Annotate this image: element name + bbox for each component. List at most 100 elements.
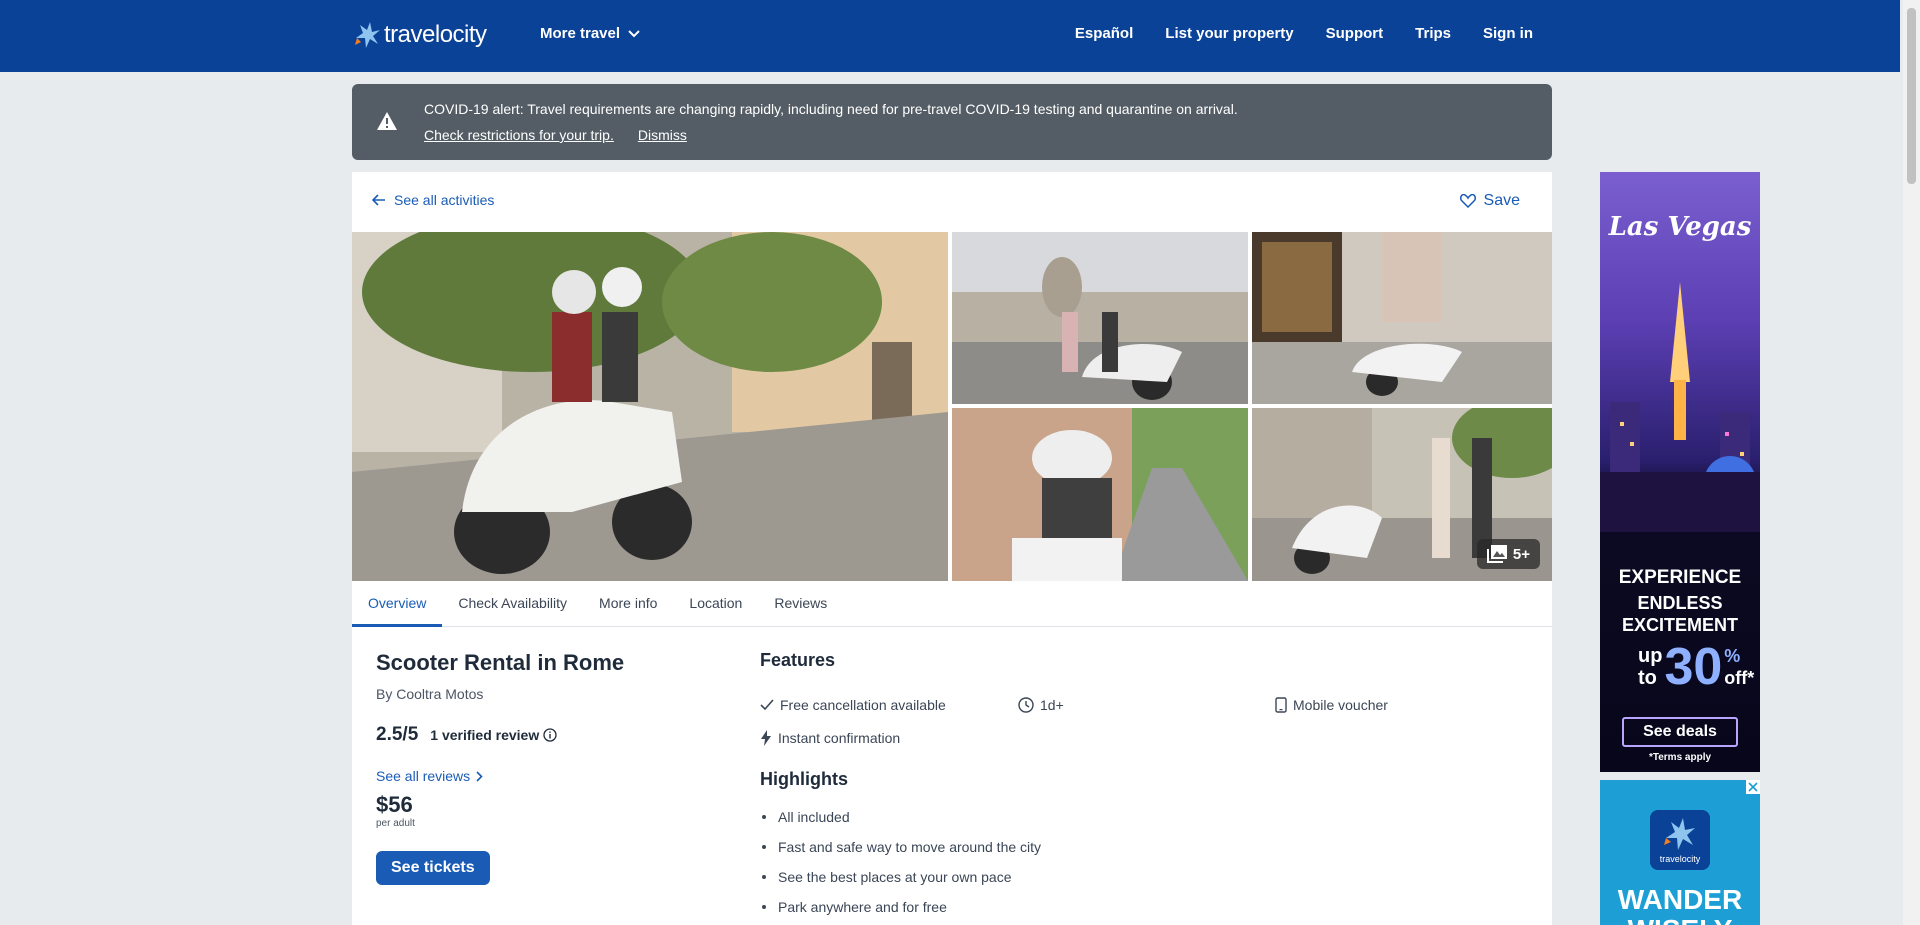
feature-mobile-voucher: Mobile voucher bbox=[1275, 697, 1388, 713]
info-icon[interactable] bbox=[543, 728, 557, 742]
woman-scooter-photo bbox=[952, 408, 1248, 581]
las-vegas-ad[interactable]: Las Vegas EXPERIENCE ENDLESS EXCITEMENT … bbox=[1600, 172, 1760, 772]
arrow-left-icon bbox=[372, 194, 385, 206]
tab-check-availability[interactable]: Check Availability bbox=[442, 581, 583, 627]
photo-2[interactable] bbox=[952, 232, 1248, 404]
activity-card: See all activities Save 5+ Overview Chec… bbox=[352, 172, 1552, 925]
highlights-section: Highlights All included Fast and safe wa… bbox=[760, 769, 1540, 922]
rating-score: 2.5/5 bbox=[376, 724, 419, 745]
tab-reviews[interactable]: Reviews bbox=[758, 581, 843, 627]
see-all-reviews-link[interactable]: See all reviews bbox=[376, 768, 716, 784]
ad-to: to bbox=[1638, 667, 1657, 689]
list-item: Fast and safe way to move around the cit… bbox=[760, 832, 1540, 862]
checkmark-icon bbox=[760, 699, 774, 711]
feature-label: Free cancellation available bbox=[780, 697, 946, 713]
main-photo[interactable] bbox=[352, 232, 948, 581]
close-icon bbox=[1748, 782, 1758, 792]
rating-row: 2.5/5 1 verified review bbox=[376, 724, 716, 746]
nav-trips[interactable]: Trips bbox=[1415, 25, 1451, 42]
nav-support[interactable]: Support bbox=[1326, 25, 1384, 42]
see-deals-button[interactable]: See deals bbox=[1622, 717, 1738, 747]
photo-3[interactable] bbox=[1252, 232, 1552, 404]
ad-percent: 30 bbox=[1664, 638, 1723, 696]
ad-line-2: ENDLESS EXCITEMENT bbox=[1621, 593, 1738, 635]
highlight-text: See the best places at your own pace bbox=[778, 869, 1012, 885]
more-photos-badge[interactable]: 5+ bbox=[1476, 539, 1540, 569]
ad-off: off* bbox=[1724, 668, 1755, 688]
feature-instant-confirmation: Instant confirmation bbox=[760, 730, 900, 746]
ad-logo-text: travelocity bbox=[1659, 854, 1701, 864]
feature-free-cancellation: Free cancellation available bbox=[760, 697, 946, 713]
warning-icon bbox=[377, 112, 397, 130]
scooter-couple-photo bbox=[352, 232, 948, 581]
activity-summary: Scooter Rental in Rome By Cooltra Motos … bbox=[376, 650, 716, 885]
covid-alert-banner: COVID-19 alert: Travel requirements are … bbox=[352, 84, 1552, 160]
nav-sign-in[interactable]: Sign in bbox=[1483, 25, 1533, 42]
clock-icon bbox=[1018, 697, 1034, 713]
highlight-text: All included bbox=[778, 809, 850, 825]
more-photos-count: 5+ bbox=[1512, 545, 1530, 563]
ad-line-1: EXPERIENCE bbox=[1618, 567, 1742, 588]
travelocity-logo[interactable]: travelocity bbox=[352, 18, 487, 52]
see-all-reviews-label: See all reviews bbox=[376, 768, 471, 784]
ad-close[interactable] bbox=[1746, 780, 1760, 794]
see-all-activities-link[interactable]: See all activities bbox=[372, 192, 494, 208]
nav-espanol[interactable]: Español bbox=[1075, 25, 1133, 42]
activity-tabs: Overview Check Availability More info Lo… bbox=[352, 581, 1552, 627]
logo-text: travelocity bbox=[384, 21, 487, 48]
ad-discount: up to 30 % off* bbox=[1638, 637, 1754, 697]
top-nav-bar: travelocity More travel Español List you… bbox=[0, 0, 1900, 72]
ad-terms: *Terms apply bbox=[1648, 752, 1712, 763]
more-travel-menu[interactable]: More travel bbox=[540, 25, 640, 42]
tab-location[interactable]: Location bbox=[673, 581, 758, 627]
travelocity-ad[interactable]: travelocity WANDER WISELY bbox=[1600, 780, 1760, 925]
bullet-icon bbox=[762, 815, 766, 819]
mobile-phone-icon bbox=[1275, 697, 1287, 713]
list-item: All included bbox=[760, 802, 1540, 832]
back-link-label: See all activities bbox=[394, 192, 495, 208]
more-travel-label: More travel bbox=[540, 25, 621, 42]
photo-4[interactable] bbox=[952, 408, 1248, 581]
bullet-icon bbox=[762, 875, 766, 879]
heart-icon bbox=[1459, 194, 1476, 208]
features-heading: Features bbox=[760, 650, 836, 670]
feature-label: Mobile voucher bbox=[1293, 697, 1388, 713]
feature-duration: 1d+ bbox=[1018, 697, 1064, 713]
save-label: Save bbox=[1483, 192, 1520, 209]
bullet-icon bbox=[762, 845, 766, 849]
ad-up: up bbox=[1638, 645, 1663, 667]
ad-logo-tile: travelocity bbox=[1650, 810, 1710, 870]
page-title: Scooter Rental in Rome bbox=[376, 650, 625, 675]
verified-reviews-label: 1 verified review bbox=[430, 727, 540, 743]
highlight-text: Park anywhere and for free bbox=[778, 899, 947, 915]
photo-gallery-icon bbox=[1486, 545, 1507, 563]
ad-tagline: WANDER WISELY bbox=[1617, 884, 1743, 925]
provider-name: By Cooltra Motos bbox=[376, 686, 484, 702]
feature-label: Instant confirmation bbox=[778, 730, 901, 746]
chevron-down-icon bbox=[628, 29, 640, 37]
lightning-icon bbox=[761, 730, 771, 746]
alert-message: COVID-19 alert: Travel requirements are … bbox=[424, 101, 1238, 117]
highlight-text: Fast and safe way to move around the cit… bbox=[778, 839, 1042, 855]
scrollbar-thumb[interactable] bbox=[1907, 8, 1916, 184]
price-unit: per adult bbox=[376, 818, 415, 829]
ad-percent-sign: % bbox=[1724, 646, 1741, 666]
bullet-icon bbox=[762, 905, 766, 909]
photo-5[interactable]: 5+ bbox=[1252, 408, 1552, 581]
tab-more-info[interactable]: More info bbox=[583, 581, 673, 627]
check-restrictions-link[interactable]: Check restrictions for your trip. bbox=[424, 127, 614, 143]
header-nav: Español List your property Support Trips… bbox=[1075, 25, 1533, 42]
photo-gallery[interactable]: 5+ bbox=[352, 232, 1552, 581]
st-peters-photo bbox=[952, 232, 1248, 404]
see-tickets-button[interactable]: See tickets bbox=[376, 851, 490, 885]
highlights-heading: Highlights bbox=[760, 769, 848, 789]
dismiss-link[interactable]: Dismiss bbox=[638, 127, 687, 143]
activity-details: Features Free cancellation available 1d+… bbox=[760, 650, 1540, 922]
page-scrollbar[interactable] bbox=[1903, 0, 1920, 925]
list-item: See the best places at your own pace bbox=[760, 862, 1540, 892]
feature-label: 1d+ bbox=[1040, 697, 1064, 713]
nav-list-property[interactable]: List your property bbox=[1165, 25, 1293, 42]
save-button[interactable]: Save bbox=[1459, 192, 1520, 210]
vegas-skyline-illustration bbox=[1600, 282, 1760, 532]
tab-overview[interactable]: Overview bbox=[352, 581, 443, 627]
